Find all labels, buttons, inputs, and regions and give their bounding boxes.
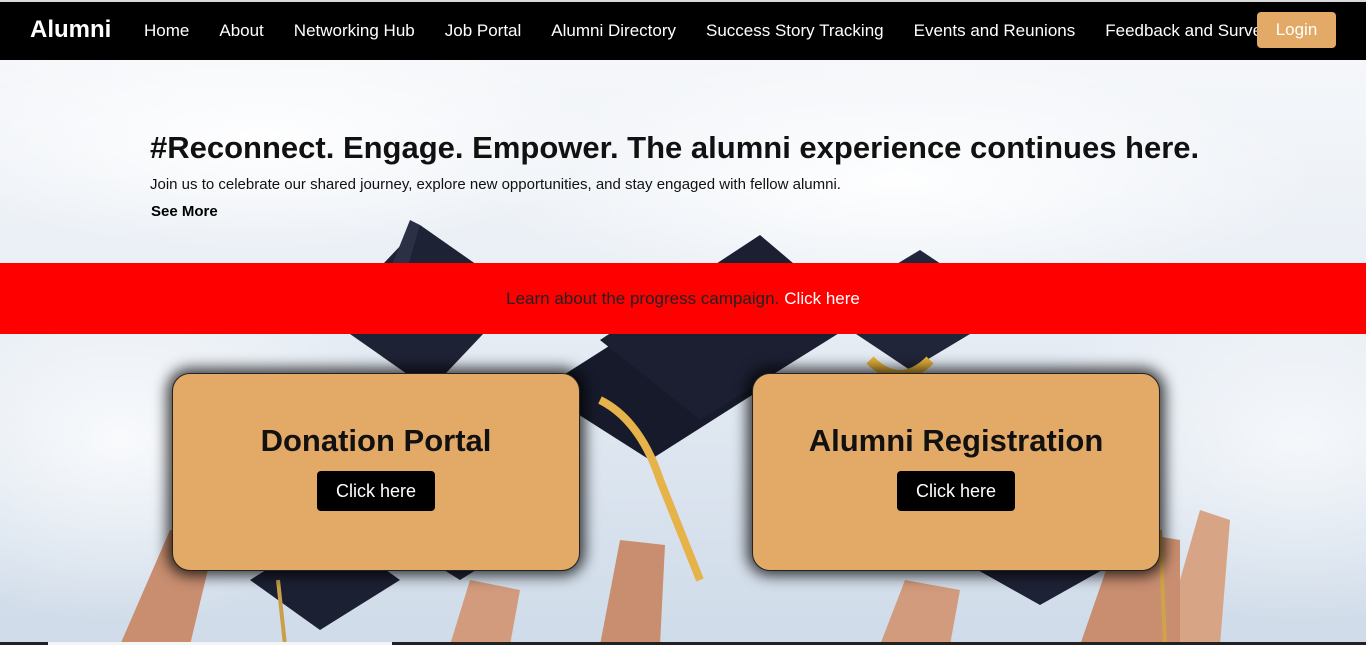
nav-home[interactable]: Home — [144, 21, 189, 41]
nav-feedback-and-surveys[interactable]: Feedback and Surveys — [1105, 21, 1279, 41]
campaign-banner-text: Learn about the progress campaign. — [506, 288, 780, 308]
nav-success-story-tracking[interactable]: Success Story Tracking — [706, 21, 884, 41]
registration-click-here-button[interactable]: Click here — [897, 471, 1015, 511]
see-more-link[interactable]: See More — [151, 203, 218, 220]
hero-text: #Reconnect. Engage. Empower. The alumni … — [150, 130, 1300, 221]
hero-subtext: Join us to celebrate our shared journey,… — [150, 176, 841, 193]
alumni-registration-title: Alumni Registration — [808, 423, 1104, 458]
nav-links: Home About Networking Hub Job Portal Alu… — [144, 21, 1309, 41]
donation-portal-card: Donation Portal Click here — [172, 373, 580, 571]
nav-events-and-reunions[interactable]: Events and Reunions — [914, 21, 1076, 41]
brand-logo[interactable]: Alumni — [30, 16, 111, 44]
alumni-registration-card: Alumni Registration Click here — [752, 373, 1160, 571]
nav-about[interactable]: About — [219, 21, 263, 41]
donation-click-here-button[interactable]: Click here — [317, 471, 435, 511]
top-navbar: Alumni Home About Networking Hub Job Por… — [0, 0, 1366, 60]
login-button[interactable]: Login — [1257, 12, 1336, 48]
hero-headline: #Reconnect. Engage. Empower. The alumni … — [150, 130, 1200, 165]
nav-job-portal[interactable]: Job Portal — [445, 21, 522, 41]
donation-portal-title: Donation Portal — [260, 423, 492, 458]
nav-alumni-directory[interactable]: Alumni Directory — [551, 21, 676, 41]
campaign-banner: Learn about the progress campaign. Click… — [0, 263, 1366, 334]
campaign-click-here-link[interactable]: Click here — [784, 289, 860, 309]
nav-networking-hub[interactable]: Networking Hub — [294, 21, 415, 41]
